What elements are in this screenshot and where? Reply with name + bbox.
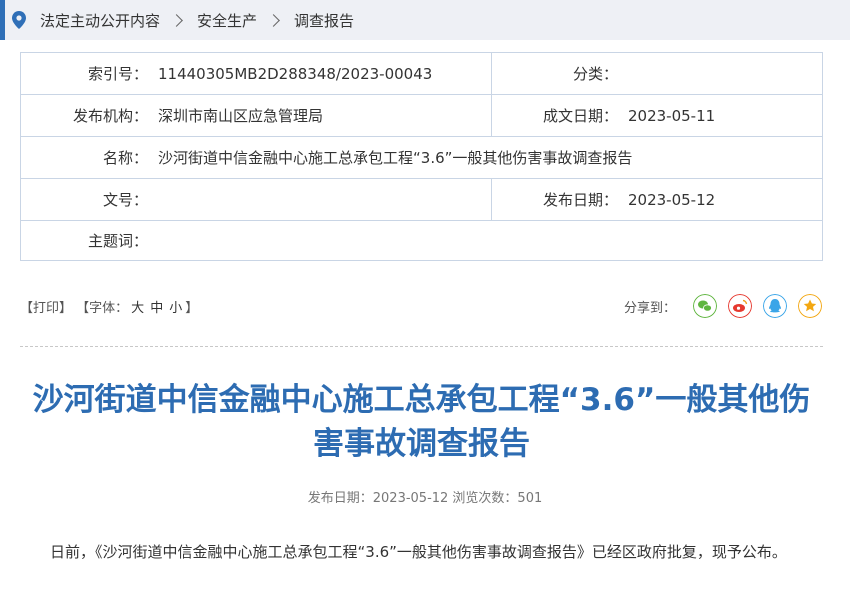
breadcrumb-item-reports[interactable]: 调查报告	[294, 10, 354, 31]
meta-row-subject: 主题词：	[21, 221, 822, 260]
article-title: 沙河街道中信金融中心施工总承包工程“3.6”一般其他伤害事故调查报告	[32, 382, 811, 462]
index-label: 索引号：	[87, 65, 148, 83]
name-label: 名称：	[102, 149, 148, 167]
meta-row-name: 名称： 沙河街道中信金融中心施工总承包工程“3.6”一般其他伤害事故调查报告	[21, 137, 822, 179]
published-date-label: 发布日期：	[542, 191, 618, 209]
divider	[20, 346, 823, 347]
created-date-value: 2023-05-11	[628, 106, 716, 125]
created-date-label: 成文日期：	[542, 107, 618, 125]
index-value: 11440305MB2D288348/2023-00043	[158, 64, 433, 83]
article-tools: 【打印】 【字体：大中小】	[20, 297, 198, 316]
breadcrumb-accent-bar	[0, 0, 5, 40]
publisher-label: 发布机构：	[72, 107, 148, 125]
metadata-table: 索引号： 11440305MB2D288348/2023-00043 分类： 发…	[20, 52, 823, 261]
qq-icon[interactable]	[763, 294, 788, 318]
article-publish-info: 发布日期：2023-05-12 浏览次数：501	[307, 491, 543, 506]
meta-row-index: 索引号： 11440305MB2D288348/2023-00043 分类：	[21, 53, 822, 95]
chevron-right-icon	[170, 13, 183, 27]
font-size-prefix: 【字体：	[76, 301, 129, 316]
publisher-value: 深圳市南山区应急管理局	[158, 107, 324, 125]
location-pin-icon	[12, 11, 26, 29]
article-body-paragraph: 日前，《沙河街道中信金融中心施工总承包工程“3.6”一般其他伤害事故调查报告》已…	[50, 543, 787, 561]
font-size-medium-button[interactable]: 中	[150, 301, 163, 316]
published-date-value: 2023-05-12	[628, 190, 716, 209]
name-value: 沙河街道中信金融中心施工总承包工程“3.6”一般其他伤害事故调查报告	[158, 149, 633, 167]
subject-label: 主题词：	[87, 232, 148, 250]
docno-label: 文号：	[102, 191, 148, 209]
category-label: 分类：	[572, 65, 618, 83]
breadcrumb-item-public-content[interactable]: 法定主动公开内容	[40, 10, 160, 31]
weibo-icon[interactable]	[728, 294, 753, 318]
share-bar: 分享到：	[624, 294, 823, 318]
meta-row-docno: 文号： 发布日期： 2023-05-12	[21, 179, 822, 221]
share-label: 分享到：	[624, 300, 677, 316]
breadcrumb-item-safety[interactable]: 安全生产	[197, 10, 257, 31]
chevron-right-icon	[267, 13, 280, 27]
wechat-icon[interactable]	[693, 294, 718, 318]
font-size-large-button[interactable]: 大	[131, 301, 144, 316]
qzone-star-icon[interactable]	[798, 294, 823, 318]
font-size-suffix: 】	[185, 301, 199, 316]
print-button[interactable]: 【打印】	[20, 301, 72, 316]
meta-row-publisher: 发布机构： 深圳市南山区应急管理局 成文日期： 2023-05-11	[21, 95, 822, 137]
breadcrumb: 法定主动公开内容 安全生产 调查报告	[0, 0, 850, 40]
font-size-small-button[interactable]: 小	[169, 301, 182, 316]
